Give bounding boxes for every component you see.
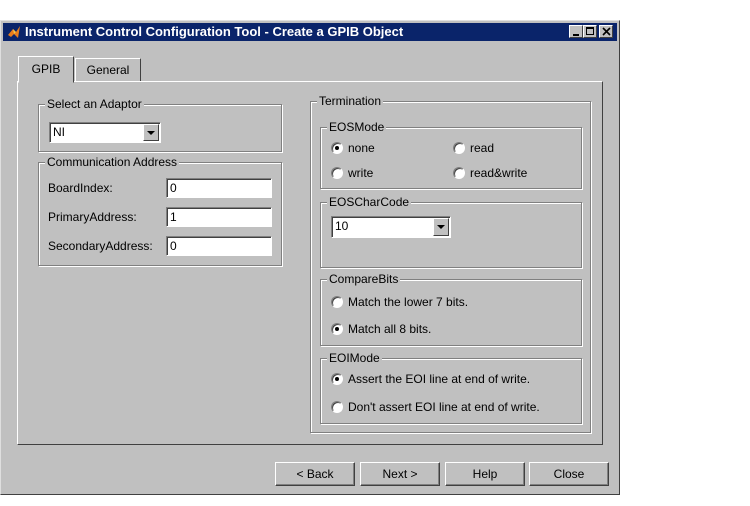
configuration-dialog: Instrument Control Configuration Tool - … — [0, 20, 620, 495]
eoimode-noassert-radio[interactable] — [331, 401, 343, 413]
back-button[interactable]: < Back — [275, 462, 355, 486]
eoscharcode-select[interactable]: 10 — [331, 216, 451, 238]
termination-group: Termination EOSMode none read write read… — [310, 94, 591, 433]
eosmode-readwrite-label: read&write — [470, 166, 528, 180]
comparebits-group: CompareBits Match the lower 7 bits. Matc… — [320, 272, 582, 346]
secondary-address-field[interactable]: 0 — [166, 236, 272, 256]
eosmode-read-label: read — [470, 141, 495, 155]
eoscharcode-legend: EOSCharCode — [327, 195, 412, 209]
comparebits-7bits-label: Match the lower 7 bits. — [348, 295, 469, 309]
help-button[interactable]: Help — [445, 462, 525, 486]
board-index-field[interactable]: 0 — [166, 178, 272, 198]
adaptor-select[interactable]: NI — [49, 122, 161, 143]
eosmode-write-label: write — [348, 166, 374, 180]
eoscharcode-group: EOSCharCode 10 — [320, 195, 582, 268]
next-button[interactable]: Next > — [360, 462, 440, 486]
secondary-address-label: SecondaryAddress: — [48, 239, 153, 253]
tab-general[interactable]: General — [75, 58, 141, 81]
termination-legend: Termination — [317, 94, 384, 108]
chevron-down-icon[interactable] — [143, 124, 159, 141]
comparebits-8bits-radio[interactable] — [331, 323, 343, 335]
eosmode-none-radio[interactable] — [331, 142, 343, 154]
eosmode-none-label: none — [348, 141, 375, 155]
eoscharcode-select-value: 10 — [335, 219, 349, 233]
matlab-logo-icon — [8, 26, 20, 38]
eosmode-write-radio[interactable] — [331, 167, 343, 179]
chevron-down-icon[interactable] — [433, 218, 449, 236]
board-index-label: BoardIndex: — [48, 181, 113, 195]
adaptor-select-value: NI — [53, 125, 65, 139]
eoimode-assert-radio[interactable] — [331, 373, 343, 385]
eosmode-readwrite-radio[interactable] — [453, 167, 465, 179]
tab-gpib-label: GPIB — [31, 62, 61, 76]
eosmode-group: EOSMode none read write read&write — [320, 120, 582, 189]
adaptor-group: Select an Adaptor NI — [38, 97, 282, 152]
comparebits-7bits-radio[interactable] — [331, 296, 343, 308]
maximize-button[interactable] — [583, 25, 597, 38]
eosmode-legend: EOSMode — [327, 120, 387, 134]
tab-gpib[interactable]: GPIB — [18, 56, 74, 83]
primary-address-field[interactable]: 1 — [166, 207, 272, 227]
window-title: Instrument Control Configuration Tool - … — [25, 24, 404, 39]
adaptor-legend: Select an Adaptor — [45, 97, 144, 111]
title-bar[interactable]: Instrument Control Configuration Tool - … — [3, 23, 617, 41]
close-button[interactable]: Close — [529, 462, 609, 486]
comparebits-legend: CompareBits — [327, 272, 401, 286]
primary-address-label: PrimaryAddress: — [48, 210, 137, 224]
eosmode-read-radio[interactable] — [453, 142, 465, 154]
tab-general-label: General — [86, 63, 130, 77]
maximize-icon — [586, 27, 594, 35]
address-group: Communication Address BoardIndex: 0 Prim… — [38, 155, 282, 266]
close-window-button[interactable] — [599, 25, 613, 38]
minimize-button[interactable] — [569, 25, 583, 38]
eoimode-legend: EOIMode — [327, 351, 382, 365]
address-legend: Communication Address — [45, 155, 180, 169]
minimize-icon — [573, 34, 579, 36]
eoimode-noassert-label: Don't assert EOI line at end of write. — [348, 400, 540, 414]
close-icon — [602, 27, 611, 36]
eoimode-assert-label: Assert the EOI line at end of write. — [348, 372, 531, 386]
comparebits-8bits-label: Match all 8 bits. — [348, 322, 432, 336]
eoimode-group: EOIMode Assert the EOI line at end of wr… — [320, 351, 582, 424]
